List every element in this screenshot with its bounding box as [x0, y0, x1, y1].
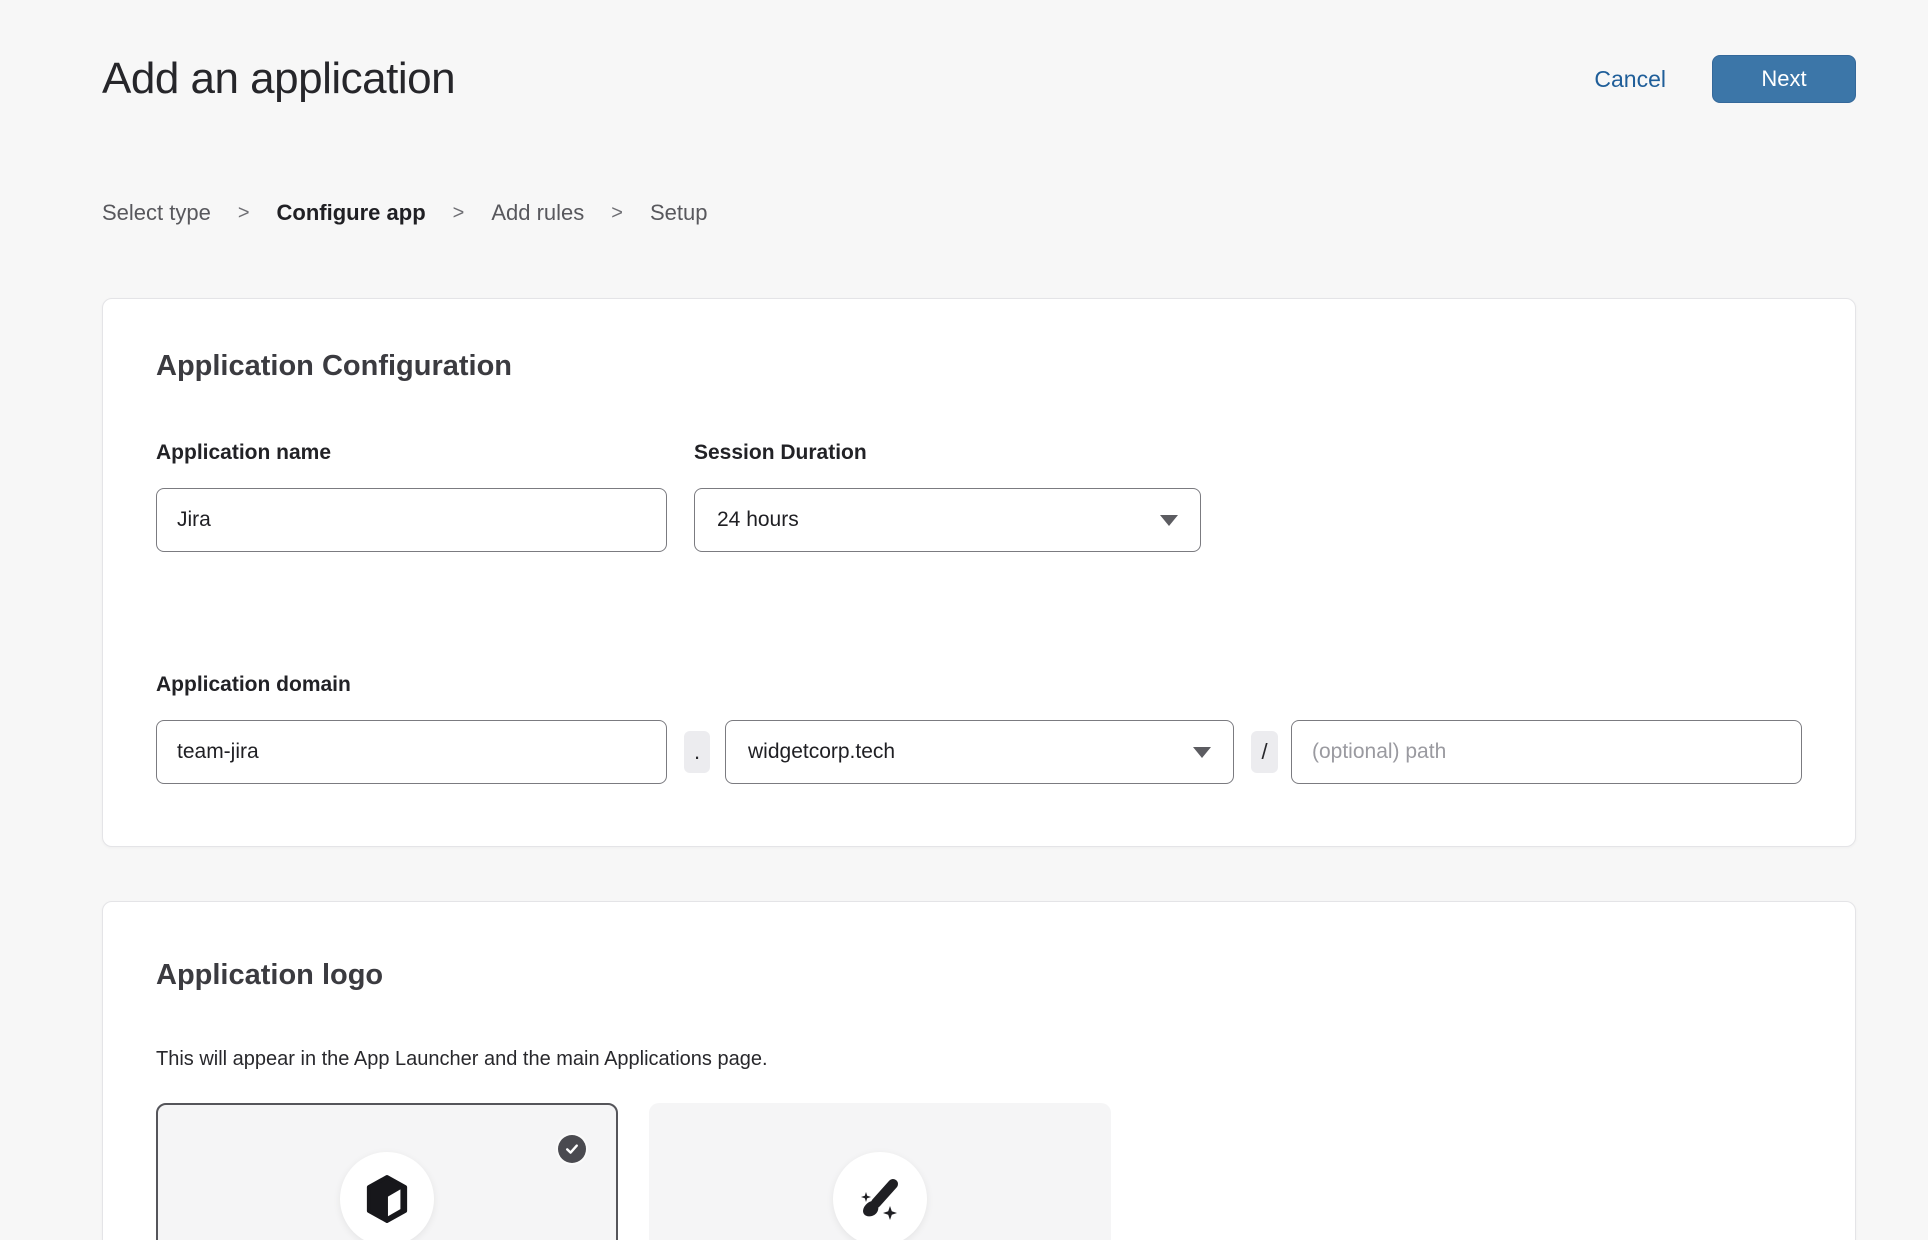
application-domain-label: Application domain: [156, 672, 1802, 698]
page-title: Add an application: [102, 54, 455, 104]
next-button[interactable]: Next: [1712, 55, 1856, 103]
slash-separator: /: [1251, 731, 1278, 773]
application-name-group: Application name: [156, 440, 667, 552]
path-input[interactable]: [1291, 720, 1802, 784]
application-domain-row: . widgetcorp.tech /: [156, 720, 1802, 784]
cube-icon: [364, 1174, 410, 1224]
domain-select-value: widgetcorp.tech: [748, 740, 895, 764]
logo-heading: Application logo: [156, 958, 1802, 993]
logo-option-custom[interactable]: [649, 1103, 1111, 1240]
dot-separator: .: [684, 731, 710, 773]
subdomain-wrap: [156, 720, 667, 784]
custom-logo-circle: [833, 1152, 927, 1240]
application-name-input[interactable]: [156, 488, 667, 552]
domain-select[interactable]: widgetcorp.tech: [725, 720, 1234, 784]
breadcrumb-step-setup[interactable]: Setup: [650, 200, 708, 226]
breadcrumb-step-add-rules[interactable]: Add rules: [491, 200, 584, 226]
application-logo-card: Application logo This will appear in the…: [102, 901, 1856, 1240]
application-domain-section: Application domain . widgetcorp.tech /: [156, 672, 1802, 784]
header-actions: Cancel Next: [1594, 55, 1856, 103]
page-header: Add an application Cancel Next: [102, 0, 1856, 104]
page-content: Add an application Cancel Next Select ty…: [102, 0, 1856, 1240]
path-wrap: [1291, 720, 1802, 784]
breadcrumb-separator: >: [453, 202, 465, 225]
chevron-down-icon: [1160, 515, 1178, 526]
session-duration-value: 24 hours: [717, 508, 799, 532]
default-logo-circle: [340, 1152, 434, 1240]
cancel-button[interactable]: Cancel: [1594, 66, 1666, 93]
selected-check-icon: [558, 1135, 586, 1163]
chevron-down-icon: [1193, 747, 1211, 758]
name-session-row: Application name Session Duration 24 hou…: [156, 440, 1802, 552]
magic-brush-icon: [856, 1175, 904, 1223]
breadcrumb-separator: >: [238, 202, 250, 225]
logo-option-default[interactable]: [156, 1103, 618, 1240]
breadcrumb: Select type > Configure app > Add rules …: [102, 200, 1856, 226]
breadcrumb-step-configure-app[interactable]: Configure app: [277, 200, 426, 226]
application-name-label: Application name: [156, 440, 667, 466]
session-duration-group: Session Duration 24 hours: [694, 440, 1201, 552]
configuration-heading: Application Configuration: [156, 349, 1802, 384]
session-duration-label: Session Duration: [694, 440, 1201, 466]
breadcrumb-step-select-type[interactable]: Select type: [102, 200, 211, 226]
logo-description: This will appear in the App Launcher and…: [156, 1047, 1802, 1071]
logo-options: [156, 1103, 1802, 1240]
application-configuration-card: Application Configuration Application na…: [102, 298, 1856, 847]
subdomain-input[interactable]: [156, 720, 667, 784]
session-duration-select[interactable]: 24 hours: [694, 488, 1201, 552]
breadcrumb-separator: >: [611, 202, 623, 225]
